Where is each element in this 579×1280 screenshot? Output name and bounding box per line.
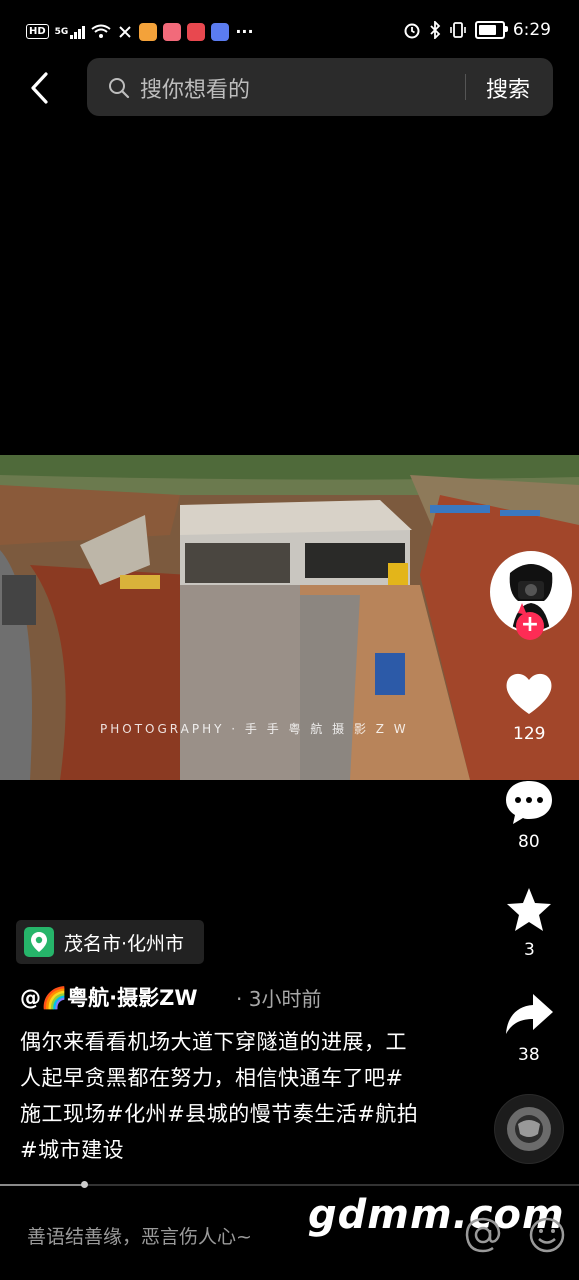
status-left: HD 5G ··· xyxy=(26,22,254,41)
status-bar: HD 5G ··· 6:29 xyxy=(0,0,579,64)
music-disc[interactable] xyxy=(494,1094,564,1164)
site-watermark: gdmm.com xyxy=(308,1192,565,1238)
location-tag[interactable]: 茂名市·化州市 xyxy=(16,920,204,964)
heart-icon[interactable] xyxy=(503,670,555,718)
comment-input[interactable]: 善语结善缘，恶言伤人心~ xyxy=(27,1222,252,1249)
share-icon[interactable] xyxy=(503,990,555,1038)
search-input[interactable]: 搜你想看的 xyxy=(140,72,250,104)
app-notification-icon xyxy=(211,22,230,41)
progress-fill xyxy=(0,1184,84,1186)
star-icon[interactable] xyxy=(503,886,555,934)
location-pin-icon xyxy=(24,927,54,957)
music-disc-icon xyxy=(495,1095,563,1163)
favorite-count: 3 xyxy=(524,940,535,960)
search-icon xyxy=(109,78,130,99)
status-right: 6:29 xyxy=(403,20,551,40)
location-label: 茂名市·化州市 xyxy=(64,932,185,955)
alarm-icon xyxy=(404,23,420,39)
emoji-icon[interactable] xyxy=(528,1216,566,1254)
wifi-icon xyxy=(91,24,111,38)
comment-count: 80 xyxy=(518,832,540,852)
video-watermark: PHOTOGRAPHY · 手 手 粤 航 摄 影 Z W xyxy=(100,722,409,736)
back-arrow-icon[interactable] xyxy=(26,70,56,106)
nfc-icon xyxy=(119,25,132,38)
app-notification-icon xyxy=(163,22,182,41)
battery-icon xyxy=(474,21,508,39)
mention-icon[interactable] xyxy=(464,1216,502,1254)
follow-button[interactable]: + xyxy=(516,612,544,640)
app-notification-icon xyxy=(139,22,158,41)
network-label: 5G xyxy=(54,26,69,37)
post-time: · 3小时前 xyxy=(236,987,322,1011)
app-notification-icon xyxy=(187,22,206,41)
video-caption[interactable]: 偶尔来看看机场大道下穿隧道的进展，工人起早贪黑都在努力，相信快通车了吧#施工现场… xyxy=(20,1024,420,1168)
author-name[interactable]: @🌈粤航·摄影ZW xyxy=(20,982,198,1012)
comment-icon[interactable] xyxy=(503,778,555,826)
like-count: 129 xyxy=(513,724,546,744)
bluetooth-icon xyxy=(430,21,441,39)
search-divider xyxy=(465,74,466,100)
progress-handle[interactable] xyxy=(80,1181,88,1188)
more-notifications-icon: ··· xyxy=(235,22,254,41)
share-count: 38 xyxy=(518,1045,540,1065)
clock: 6:29 xyxy=(512,20,551,40)
search-button[interactable]: 搜索 xyxy=(486,72,530,104)
vibrate-icon xyxy=(450,22,466,38)
signal-icon xyxy=(70,25,86,39)
hd-badge: HD xyxy=(26,24,49,39)
